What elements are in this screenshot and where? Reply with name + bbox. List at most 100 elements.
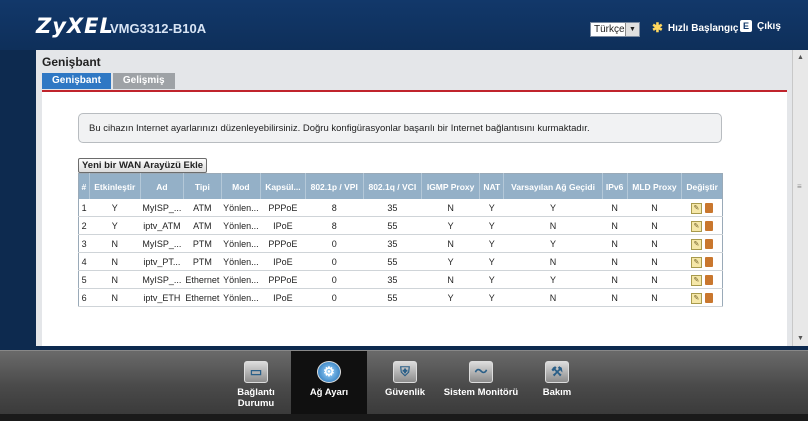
table-cell: Y [479,216,504,235]
table-cell: Y [421,252,480,271]
table-body: 1 Y MyISP_... ATM Yönlen... PPPoE 8 35 N Y Y N N ✎ 2 Yi… [78,199,723,307]
column-header: Mod [220,173,261,199]
column-header: Ad [139,173,184,199]
table-cell: N [627,216,682,235]
nav-security[interactable]: ⛨ Güvenlik [367,351,443,415]
table-cell: N [503,216,603,235]
table-cell: Y [503,234,603,253]
table-cell: PPPoE [260,234,306,253]
table-cell: 0 [305,234,364,253]
column-header: IGMP Proxy [421,173,480,199]
scroll-up-icon[interactable]: ▲ [797,54,804,61]
chevron-down-icon[interactable]: ▼ [625,23,639,36]
table-cell: N [602,216,628,235]
quick-start-label: Hızlı Başlangıç [667,22,739,34]
table-cell: PPPoE [260,199,306,217]
table-cell: 55 [363,252,422,271]
column-header: Tipi [183,173,222,199]
nav-label: Bağlantı Durumu [237,387,275,409]
table-cell: IPoE [260,288,306,307]
table-cell: Y [421,288,480,307]
scroll-grip-icon[interactable]: ≡ [797,182,802,191]
table-cell: Yönlen... [221,252,261,271]
trash-icon[interactable] [704,239,713,249]
table-cell: N [89,234,141,253]
table-cell: 35 [363,270,422,289]
table-cell: N [627,199,682,217]
scroll-down-icon[interactable]: ▼ [797,335,804,342]
edit-icon[interactable]: ✎ [690,274,702,286]
table-cell: 0 [305,252,364,271]
table-cell: MyISP_... [140,199,184,217]
logout-link[interactable]: E Çıkış [740,20,781,32]
table-cell: PPPoE [260,270,306,289]
trash-icon[interactable] [704,293,713,303]
trash-icon[interactable] [704,203,713,213]
vertical-scrollbar[interactable]: ▲ ≡ ▼ [792,50,808,346]
table-cell: Y [479,288,504,307]
table-cell: 8 [305,216,364,235]
logout-label: Çıkış [757,20,781,32]
table-cell: ATM [183,216,222,235]
edit-icon[interactable]: ✎ [690,292,702,304]
nav-network-setting[interactable]: ⚙ Ağ Ayarı [291,351,367,415]
monitor-icon: ▭ [244,361,268,383]
add-wan-interface-button[interactable]: Yeni bir WAN Arayüzü Ekle [78,158,208,173]
trash-icon[interactable] [704,275,713,285]
table-cell: N [89,288,141,307]
table-cell: Y [479,199,504,217]
table-cell: 6 [78,288,90,307]
table-cell: 55 [363,216,422,235]
table-cell: N [421,234,480,253]
table-cell: 3 [78,234,90,253]
zyxel-logo: ZyXEL [36,14,114,38]
nav-connection-status[interactable]: ▭ Bağlantı Durumu [218,351,294,415]
edit-icon[interactable]: ✎ [690,202,702,214]
table-cell: Y [503,270,603,289]
gear-icon: ⚙ [317,361,341,383]
column-header: NAT [479,173,504,199]
tab-gelismis[interactable]: Gelişmiş [112,73,175,89]
table-cell: IPoE [260,252,306,271]
tab-bar: Genişbant Gelişmiş [42,73,175,89]
table-cell: PTM [183,252,222,271]
edit-icon[interactable]: ✎ [690,220,702,232]
language-value: Türkçe [594,24,625,35]
table-row: 5 N MyISP_... Ethernet Yönlen... PPPoE 0 35 N Y Y N… [78,270,723,289]
table-cell: N [602,270,628,289]
column-header: # [78,173,90,199]
table-cell: PTM [183,234,222,253]
table-cell: N [627,252,682,271]
table-cell: Y [479,270,504,289]
info-box: Bu cihazın Internet ayarlarınızı düzenle… [78,113,722,143]
table-cell: Y [503,199,603,217]
column-header: Etkinleştir [88,173,141,199]
table-cell: ATM [183,199,222,217]
page-title: Genişbant [42,55,101,69]
language-select[interactable]: Türkçe ▼ [590,22,640,37]
table-cell: N [503,252,603,271]
trash-icon[interactable] [704,221,713,231]
table-cell: N [627,270,682,289]
table-cell: Ethernet [183,288,222,307]
edit-icon[interactable]: ✎ [690,238,702,250]
column-header: Varsayılan Ağ Geçidi [503,173,603,199]
trash-icon[interactable] [704,257,713,267]
row-actions: ✎ [681,216,723,235]
table-cell: 35 [363,199,422,217]
nav-system-monitor[interactable]: 〜 Sistem Monitörü [443,351,519,415]
table-cell: N [627,234,682,253]
table-cell: Y [421,216,480,235]
bottom-nav: ▭ Bağlantı Durumu ⚙ Ağ Ayarı ⛨ Güvenlik … [0,350,808,415]
table-cell: N [602,252,628,271]
tab-genisbant[interactable]: Genişbant [42,73,111,89]
table-cell: N [602,288,628,307]
edit-icon[interactable]: ✎ [690,256,702,268]
nav-maintenance[interactable]: ⚒ Bakım [519,351,595,415]
table-cell: 5 [78,270,90,289]
table-cell: N [627,288,682,307]
table-cell: 0 [305,270,364,289]
table-cell: MyISP_... [140,270,184,289]
quick-start-link[interactable]: ✱ Hızlı Başlangıç [652,20,738,36]
table-cell: N [421,270,480,289]
